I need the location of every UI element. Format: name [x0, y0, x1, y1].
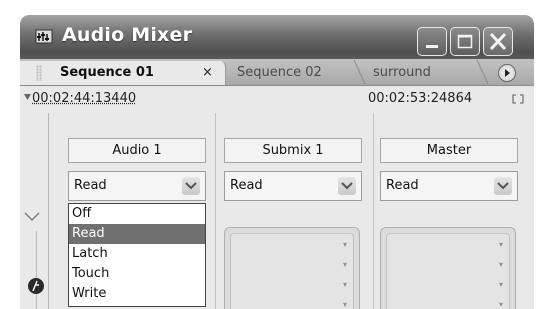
- tab-close-icon[interactable]: ×: [202, 61, 213, 85]
- close-button[interactable]: [483, 27, 513, 56]
- in-out-brackets-icon[interactable]: [512, 94, 524, 104]
- column-divider: [373, 113, 374, 309]
- tab-grip-icon[interactable]: [36, 65, 42, 81]
- menu-item-read[interactable]: Read: [69, 224, 205, 244]
- effects-icon[interactable]: [28, 278, 44, 294]
- track-name-submix-1[interactable]: Submix 1: [224, 138, 362, 163]
- maximize-icon: [457, 34, 473, 49]
- tab-sequence-01[interactable]: Sequence 01 ×: [20, 61, 226, 85]
- menu-item-write[interactable]: Write: [69, 284, 205, 304]
- menu-item-touch[interactable]: Touch: [69, 264, 205, 284]
- automation-select-master[interactable]: Read: [380, 171, 518, 201]
- sequence-tab-bar: Sequence 01 × Sequence 02 surround: [20, 59, 534, 86]
- duration-timecode: 00:02:53:24864: [368, 91, 473, 106]
- slot-tick-icon: ▾: [498, 300, 503, 309]
- current-timecode[interactable]: 00:02:44:13440: [32, 91, 136, 106]
- play-arrow-icon: [505, 69, 510, 77]
- menu-item-off[interactable]: Off: [69, 204, 205, 224]
- tab-sequence-02[interactable]: Sequence 02: [227, 61, 357, 85]
- effects-sends-panel-master: ▾ ▾ ▾ ▾: [380, 227, 516, 309]
- column-divider: [215, 113, 216, 309]
- slot-tick-icon: ▾: [342, 300, 347, 309]
- track-name-master[interactable]: Master: [380, 138, 518, 163]
- automation-value: Read: [386, 178, 419, 193]
- effects-slot-area[interactable]: ▾ ▾ ▾ ▾: [386, 233, 510, 309]
- automation-select-submix-1[interactable]: Read: [224, 171, 362, 201]
- automation-value: Read: [230, 178, 263, 193]
- window-title: Audio Mixer: [62, 24, 193, 46]
- track-name-audio-1[interactable]: Audio 1: [68, 138, 206, 163]
- effects-sends-panel-submix-1: ▾ ▾ ▾ ▾: [224, 227, 360, 309]
- slot-tick-icon: ▾: [342, 260, 347, 269]
- panel-menu-button[interactable]: [498, 64, 516, 82]
- tab-label: Sequence 02: [237, 65, 322, 80]
- menu-item-latch[interactable]: Latch: [69, 244, 205, 264]
- tab-label: surround: [373, 65, 431, 80]
- timecode-arrow-icon: [24, 94, 31, 100]
- timecode-bar: 00:02:44:13440 00:02:53:24864: [20, 86, 534, 113]
- maximize-button[interactable]: [450, 27, 480, 56]
- automation-gutter: [20, 113, 49, 309]
- slot-tick-icon: ▾: [498, 260, 503, 269]
- chevron-down-icon[interactable]: [182, 177, 200, 195]
- gutter-line: [36, 231, 37, 309]
- close-icon: [489, 32, 507, 51]
- chevron-down-icon[interactable]: [494, 177, 512, 195]
- slot-tick-icon: ▾: [498, 240, 503, 249]
- automation-dropdown-menu: Off Read Latch Touch Write: [68, 203, 206, 307]
- minimize-button[interactable]: [417, 27, 447, 56]
- slot-tick-icon: ▾: [498, 280, 503, 289]
- slot-tick-icon: ▾: [342, 240, 347, 249]
- chevron-down-icon[interactable]: [338, 177, 356, 195]
- tab-label: Sequence 01: [60, 65, 154, 80]
- automation-value: Read: [74, 178, 107, 193]
- audio-mixer-app-icon: [35, 27, 55, 46]
- minimize-icon: [426, 45, 438, 48]
- collapse-arrow-icon[interactable]: [24, 212, 40, 221]
- automation-select-audio-1[interactable]: Read: [68, 171, 206, 201]
- slot-tick-icon: ▾: [342, 280, 347, 289]
- tab-separator: [476, 59, 489, 85]
- audio-mixer-window: Audio Mixer Sequence 01 × Sequence 02 su…: [20, 15, 534, 309]
- effects-slot-area[interactable]: ▾ ▾ ▾ ▾: [230, 233, 354, 309]
- title-bar[interactable]: Audio Mixer: [20, 15, 534, 59]
